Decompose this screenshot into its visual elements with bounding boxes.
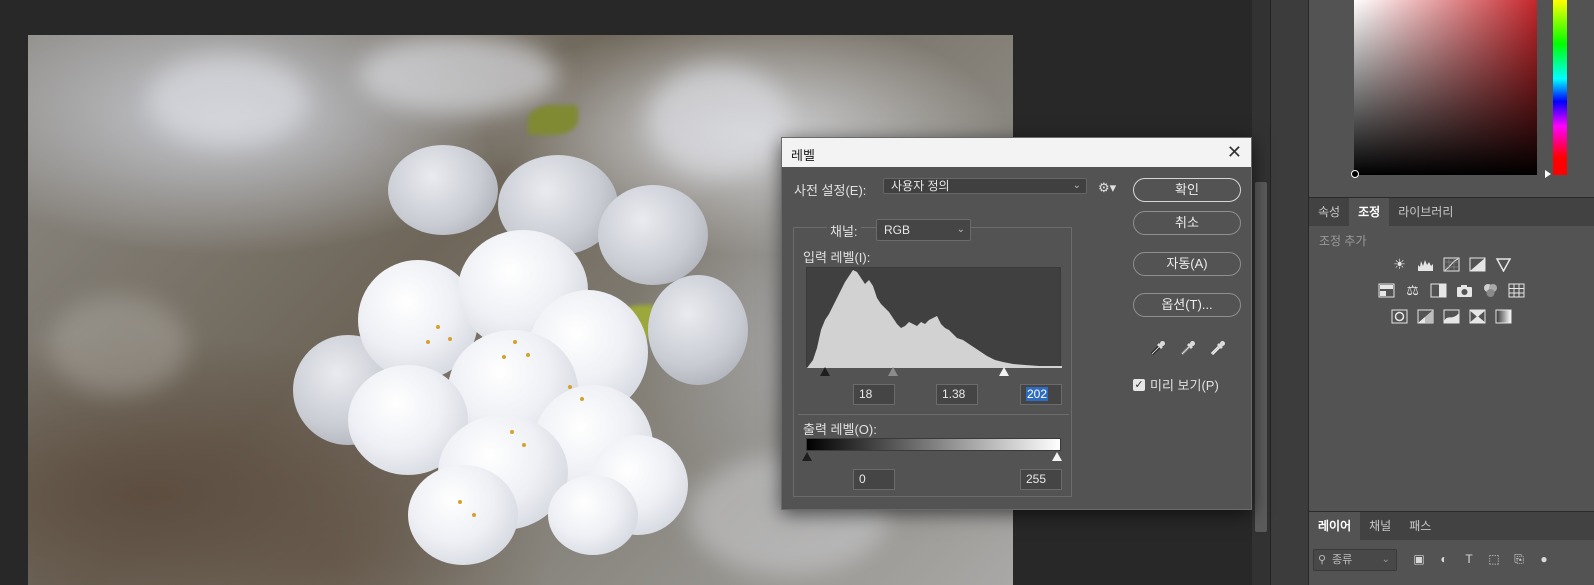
tab-layers[interactable]: 레이어	[1309, 512, 1361, 540]
adjustments-subtitle: 조정 추가	[1319, 234, 1367, 248]
color-lookup-icon[interactable]	[1507, 282, 1526, 299]
output-black-value: 0	[859, 472, 866, 486]
color-picker-marker[interactable]	[1351, 170, 1359, 178]
adjustments-tabbar: 속성 조정 라이브러리	[1309, 197, 1594, 226]
preview-checkbox[interactable]: ✓	[1133, 378, 1145, 391]
exposure-icon[interactable]	[1468, 256, 1487, 273]
levels-dialog: 레벨 ✕ 사전 설정(E): 사용자 정의 ⌄ ⚙▾ 채널: RGB ⌄ 입력 …	[781, 137, 1252, 510]
photo-filter-icon[interactable]	[1455, 282, 1474, 299]
pixel-layer-filter-icon[interactable]: ▣	[1412, 552, 1426, 566]
input-white-field[interactable]: 202	[1020, 384, 1062, 405]
tab-libraries[interactable]: 라이브러리	[1389, 198, 1462, 226]
channel-mixer-icon[interactable]	[1481, 282, 1500, 299]
channel-label: 채널:	[827, 221, 861, 240]
preset-label: 사전 설정(E):	[794, 183, 867, 198]
smart-object-filter-icon[interactable]: ⎘	[1512, 552, 1526, 566]
selective-color-icon[interactable]	[1468, 308, 1487, 325]
input-black-slider[interactable]	[820, 367, 830, 376]
panel-dock-gutter	[1270, 0, 1308, 585]
input-black-field[interactable]: 18	[853, 384, 895, 405]
preview-checkbox-row[interactable]: ✓ 미리 보기(P)	[1133, 375, 1219, 394]
output-black-slider[interactable]	[802, 452, 812, 461]
tab-properties[interactable]: 속성	[1309, 198, 1349, 226]
input-white-slider[interactable]	[999, 367, 1009, 376]
black-point-eyedropper-icon[interactable]	[1149, 339, 1167, 357]
layer-filter-toolbar: ⚲ 종류 ⌄ ▣ ◐ T ⬚ ⎘ ●	[1309, 544, 1594, 574]
adjustment-icons-row-3	[1309, 308, 1594, 325]
gray-point-eyedropper-icon[interactable]	[1179, 339, 1197, 357]
layer-filter-icons: ▣ ◐ T ⬚ ⎘ ●	[1412, 552, 1551, 567]
output-white-slider[interactable]	[1052, 452, 1062, 461]
black-white-icon[interactable]	[1429, 282, 1448, 299]
curves-icon[interactable]	[1442, 256, 1461, 273]
input-black-value: 18	[859, 387, 873, 401]
preset-select[interactable]: 사용자 정의 ⌄	[883, 178, 1087, 194]
white-point-eyedropper-icon[interactable]	[1209, 339, 1227, 357]
color-picker-field[interactable]	[1354, 0, 1537, 175]
histogram	[806, 267, 1062, 368]
hue-slider-arrow[interactable]	[1545, 170, 1551, 178]
close-icon[interactable]: ✕	[1227, 142, 1242, 162]
canvas-scroll-thumb[interactable]	[1255, 182, 1267, 532]
levels-divider	[798, 414, 1069, 415]
canvas-vertical-scrollbar[interactable]	[1252, 0, 1270, 585]
layer-kind-filter-select[interactable]: ⚲ 종류 ⌄	[1313, 549, 1397, 571]
output-white-field[interactable]: 255	[1020, 469, 1062, 490]
histogram-graph	[807, 270, 1062, 368]
filter-toggle-icon[interactable]: ●	[1537, 552, 1551, 566]
input-gamma-value: 1.38	[942, 387, 966, 401]
chevron-down-icon: ⌄	[1072, 180, 1081, 191]
adjustment-layer-filter-icon[interactable]: ◐	[1437, 552, 1451, 566]
color-balance-icon[interactable]: ⚖	[1403, 282, 1422, 299]
right-panel-dock: 속성 조정 라이브러리 조정 추가 ☀ ⚖ 레이어 채널 패스 ⚲ 종류 ⌄ ▣…	[1309, 0, 1594, 585]
search-icon: ⚲	[1318, 554, 1327, 566]
threshold-icon[interactable]	[1442, 308, 1461, 325]
dialog-title: 레벨	[791, 148, 815, 163]
output-white-value: 255	[1026, 472, 1047, 486]
tab-channels[interactable]: 채널	[1360, 512, 1400, 540]
options-button[interactable]: 옵션(T)...	[1133, 293, 1241, 317]
input-gamma-slider[interactable]	[888, 367, 898, 376]
dialog-titlebar[interactable]: 레벨 ✕	[782, 138, 1251, 167]
hue-saturation-icon[interactable]	[1377, 282, 1396, 299]
output-black-field[interactable]: 0	[853, 469, 895, 490]
channel-select[interactable]: RGB ⌄	[876, 219, 971, 241]
output-gradient-bar	[806, 438, 1061, 451]
layers-tabbar: 레이어 채널 패스	[1309, 511, 1594, 540]
preset-value: 사용자 정의	[891, 179, 950, 193]
cancel-button[interactable]: 취소	[1133, 211, 1241, 235]
hue-slider[interactable]	[1553, 0, 1567, 175]
tab-adjustments[interactable]: 조정	[1349, 198, 1390, 226]
adjustment-icons-row-2: ⚖	[1309, 282, 1594, 299]
gradient-map-icon[interactable]	[1494, 308, 1513, 325]
type-layer-filter-icon[interactable]: T	[1462, 552, 1476, 566]
chevron-down-icon: ⌄	[956, 224, 965, 235]
photoshop-window: 속성 조정 라이브러리 조정 추가 ☀ ⚖ 레이어 채널 패스 ⚲ 종류 ⌄ ▣…	[0, 0, 1594, 585]
chevron-down-icon: ⌄	[1381, 554, 1390, 565]
channel-value: RGB	[884, 223, 911, 237]
input-white-value: 202	[1026, 387, 1049, 401]
levels-icon[interactable]	[1416, 256, 1435, 273]
brightness-icon[interactable]: ☀	[1390, 256, 1409, 273]
posterize-icon[interactable]	[1416, 308, 1435, 325]
gear-icon[interactable]: ⚙▾	[1098, 180, 1116, 196]
adjustment-icons-row-1: ☀	[1309, 256, 1594, 273]
auto-button[interactable]: 자동(A)	[1133, 252, 1241, 276]
input-gamma-field[interactable]: 1.38	[936, 384, 978, 405]
vibrance-icon[interactable]	[1494, 256, 1513, 273]
output-levels-label: 출력 레벨(O):	[803, 422, 877, 437]
preview-label: 미리 보기(P)	[1150, 378, 1219, 393]
input-levels-label: 입력 레벨(I):	[803, 250, 871, 265]
ok-button[interactable]: 확인	[1133, 178, 1241, 202]
layer-kind-filter-value: 종류	[1332, 554, 1353, 566]
shape-layer-filter-icon[interactable]: ⬚	[1487, 552, 1501, 566]
tab-paths[interactable]: 패스	[1400, 512, 1440, 540]
invert-icon[interactable]	[1390, 308, 1409, 325]
